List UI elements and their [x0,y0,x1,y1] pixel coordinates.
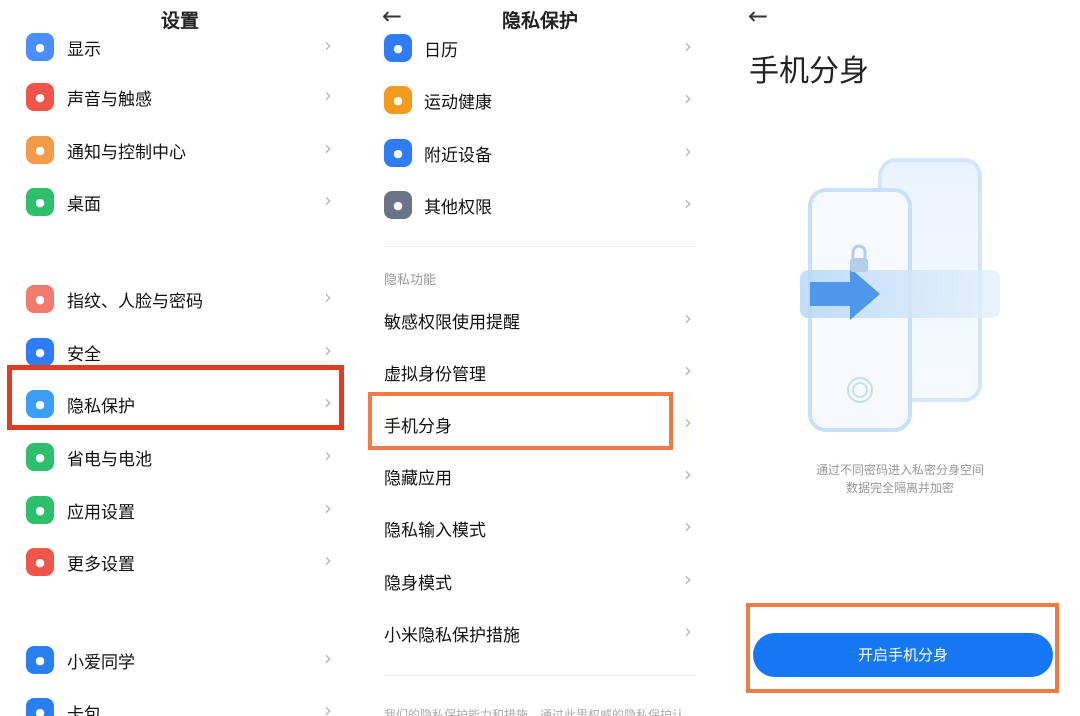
privacy-panel: ← 隐私保护 ● 日历 › ● 运动健康 › ● 附近设备 › ● 其他权限 › 敏感权限使用提醒 › 虚拟… [360,0,720,716]
chevron-right-icon: › [324,338,332,362]
fingerprint-icon: ● [26,285,54,313]
list-item-label: 桌面 [67,195,101,215]
list-item-label: 虚拟身份管理 [384,365,486,385]
chevron-right-icon: › [684,462,692,486]
list-item-label: 省电与电池 [67,450,152,470]
list-item[interactable]: ● 省电与电池 › [0,431,360,483]
card-icon: ● [26,698,54,716]
chevron-right-icon: › [684,191,692,215]
list-item[interactable]: ● 应用设置 › [0,484,360,536]
list-item[interactable]: ● 附近设备 › [360,127,720,179]
list-item-label: 日历 [424,41,458,61]
device-icon: ● [384,139,412,167]
section-label: 隐私功能 [384,273,437,288]
chevron-right-icon: › [324,496,332,520]
list-item-label: 小爱同学 [67,653,135,673]
list-item-label: 隐身模式 [384,574,452,594]
list-item[interactable]: 隐私输入模式 › [360,502,720,554]
chevron-right-icon: › [324,548,332,572]
list-item-label: 声音与触感 [67,90,152,110]
list-item-label: 敏感权限使用提醒 [384,313,520,333]
chevron-right-icon: › [324,646,332,670]
calendar-icon: ● [384,34,412,62]
back-arrow-icon[interactable]: ← [748,2,768,30]
clone-description-2: 数据完全隔离并加密 [845,481,954,495]
notification-icon: ● [26,136,54,164]
list-item[interactable]: 隐藏应用 › [360,450,720,502]
clone-panel: ← 手机分身 通过不同密码进入私密分身空间 数据完全隔离并加密 开启手机分身 [720,0,1080,716]
list-item[interactable]: ● 卡包 › [0,686,360,716]
display-icon: ● [26,33,54,61]
page-title: 手机分身 [749,54,869,89]
chevron-right-icon: › [324,33,332,57]
list-item-label: 附近设备 [424,146,492,166]
footer-text: 我们的隐私保护能力和措施，通过此里权威的隐私保护认 [384,708,685,716]
settings-panel: 设置 ● 显示 › ● 声音与触感 › ● 通知与控制中心 › ● 桌面 › ● 指纹、人脸与密码 › ● 安全… [0,0,360,716]
xiaoai-icon: ● [26,646,54,674]
list-item-label: 小米隐私保护措施 [384,626,520,646]
home-icon: ● [26,188,54,216]
divider [384,675,696,676]
list-item-label: 指纹、人脸与密码 [67,292,203,312]
list-item[interactable]: ● 更多设置 › [0,536,360,588]
list-item-label: 通知与控制中心 [67,143,186,163]
list-item[interactable]: ● 其他权限 › [360,179,720,231]
chevron-right-icon: › [684,34,692,58]
list-item[interactable]: 小米隐私保护措施 › [360,607,720,659]
chevron-right-icon: › [684,306,692,330]
list-item-label: 应用设置 [67,503,135,523]
chevron-right-icon: › [324,285,332,309]
list-item[interactable]: 虚拟身份管理 › [360,346,720,398]
list-item-label: 运动健康 [424,93,492,113]
list-item[interactable]: ● 桌面 › [0,176,360,228]
chevron-right-icon: › [684,619,692,643]
list-item-label: 隐私输入模式 [384,521,486,541]
more-icon: ● [384,191,412,219]
running-icon: ● [384,86,412,114]
list-item-label: 安全 [67,345,101,365]
list-item[interactable]: ● 显示 › [0,21,360,73]
highlight-clone [368,392,673,450]
chevron-right-icon: › [324,83,332,107]
chevron-right-icon: › [324,698,332,716]
list-item-label: 更多设置 [67,555,135,575]
shield-icon: ● [26,338,54,366]
chevron-right-icon: › [684,139,692,163]
clone-illustration [800,158,1000,432]
chevron-right-icon: › [684,358,692,382]
list-item[interactable]: ● 声音与触感 › [0,71,360,123]
highlight-privacy [7,365,344,430]
chevron-right-icon: › [684,514,692,538]
chevron-right-icon: › [324,443,332,467]
highlight-button [746,603,1059,693]
battery-icon: ● [26,443,54,471]
more-icon: ● [26,548,54,576]
list-item[interactable]: ● 日历 › [360,22,720,74]
divider [384,246,696,247]
chevron-right-icon: › [324,136,332,160]
list-item-label: 隐藏应用 [384,469,452,489]
list-item-label: 卡包 [67,705,101,716]
clone-description-1: 通过不同密码进入私密分身空间 [815,463,984,477]
list-item[interactable]: 隐身模式 › [360,555,720,607]
list-item-label: 显示 [67,40,101,60]
list-item[interactable]: 敏感权限使用提醒 › [360,294,720,346]
list-item[interactable]: ● 通知与控制中心 › [0,124,360,176]
chevron-right-icon: › [324,188,332,212]
speaker-icon: ● [26,83,54,111]
list-item-label: 其他权限 [424,198,492,218]
chevron-right-icon: › [684,567,692,591]
list-item[interactable]: ● 小爱同学 › [0,634,360,686]
gear-icon: ● [26,496,54,524]
list-item[interactable]: ● 运动健康 › [360,74,720,126]
chevron-right-icon: › [684,410,692,434]
list-item[interactable]: ● 指纹、人脸与密码 › [0,273,360,325]
chevron-right-icon: › [684,86,692,110]
